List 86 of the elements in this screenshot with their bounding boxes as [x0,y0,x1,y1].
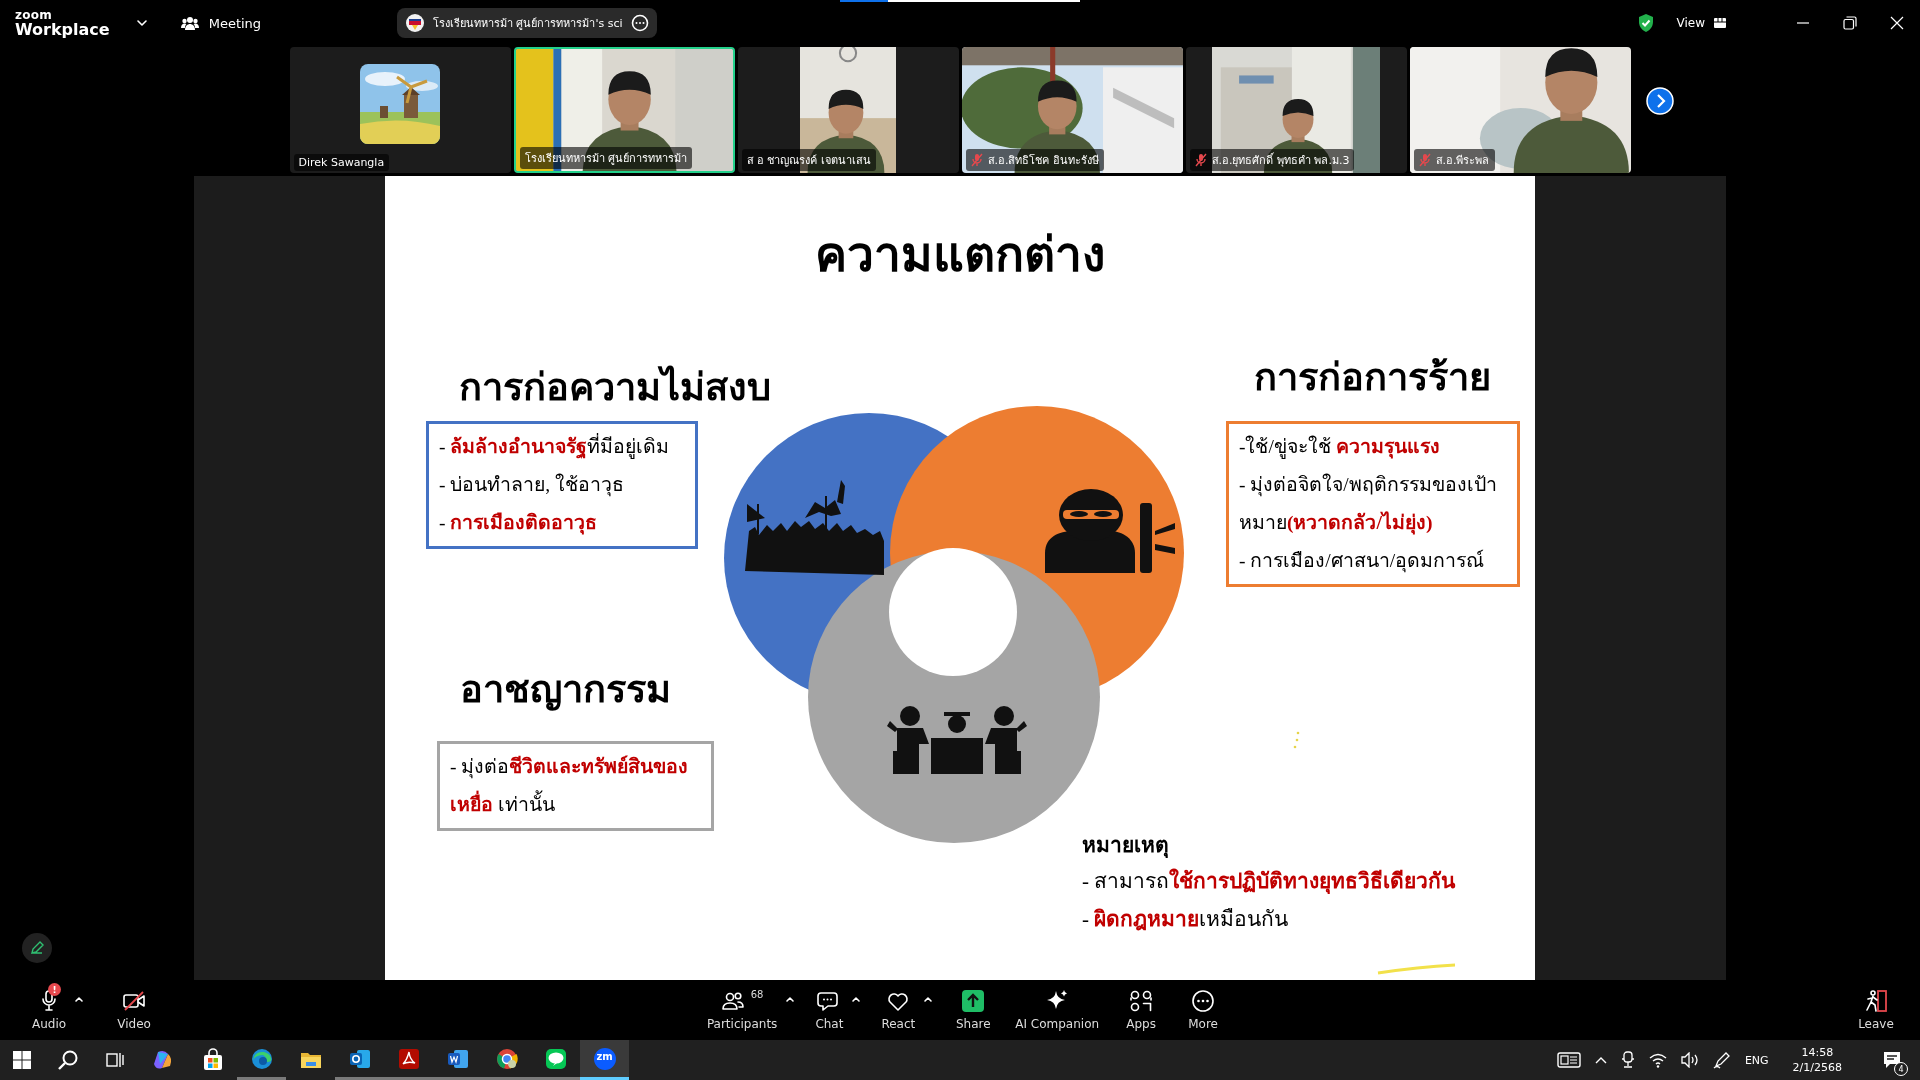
video-tile[interactable]: ส.อ.ยุทธศักดิ์ พุทธคำ พล.ม.3 [1185,47,1407,173]
annotate-button[interactable] [22,933,52,963]
toolbar-button[interactable]: AI Companion [1011,987,1104,1033]
toolbar-button[interactable]: Apps [1117,987,1166,1033]
leave-button[interactable]: Leave [1852,987,1900,1033]
bullet-text: - ล้มล้างอำนาจรัฐที่มีอยู่เดิม [439,428,685,466]
caret-icon[interactable] [923,995,934,1003]
participant-name: Direk Sawangla [298,156,385,169]
section-heading: อาชญากรรม [460,667,671,713]
toolbar-button[interactable]: More [1179,987,1228,1033]
notification-button[interactable]: 4 [1876,1044,1908,1076]
alert-badge: ! [48,983,62,996]
more-icon [1191,989,1216,1013]
annotation-dots [1293,731,1300,749]
people-icon [720,989,745,1013]
toolbar-button[interactable]: Share [949,987,998,1033]
message-icon [1882,1050,1902,1070]
input-language[interactable]: ENG [1744,1053,1769,1067]
participant-name: ส อ ชาญณรงค์ เจตนาเสน [746,153,871,169]
apps-icon [1129,989,1154,1013]
video-tile[interactable]: ส.อ.สิทธิโชค อินทะรังษี [961,47,1183,173]
shield-check-icon [1636,13,1655,33]
chevron-down-icon[interactable] [135,19,148,27]
pencil-icon [29,940,45,956]
people-icon [180,15,199,31]
pen-icon[interactable] [1712,1051,1731,1069]
participant-name: ส.อ.ยุทธศักดิ์ พุทธคำ พล.ม.3 [1211,151,1350,169]
bullet-text: - การเมืองติดอาวุธ [439,511,599,537]
exit-door-icon [1863,989,1889,1013]
bullet-text: - มุ่งต่อชีวิตและทรัพย์สินของเหยื่อ เท่านั้น [450,754,690,817]
browser-swirl-icon [249,1046,274,1071]
note-text: - ผิดกฎหมายเหมือนกัน [1082,906,1290,933]
meeting-title-tab[interactable]: โรงเรียนทหารม้า ศูนย์การทหารม้า's sci [397,8,657,38]
note-heading: หมายเหตุ [1082,832,1170,860]
next-page-icon[interactable] [1645,87,1674,115]
bullet-text: - บ่อนทำลาย, ใช้อาวุธ [439,472,626,499]
video-tile[interactable]: โรงเรียนทหารม้า ศูนย์การทหารม้า [513,47,735,173]
bullet-text: -ใช้/ขู่จะใช้ ความรุนแรง [1239,434,1441,461]
task-view-icon[interactable] [105,1050,125,1070]
wifi-icon[interactable] [1648,1052,1667,1068]
note-text: - สามารถใช้การปฏิบัติทางยุทธวิธีเดียวกัน [1082,867,1456,896]
seated-figures-icon [887,706,1027,774]
video-app-icon [592,1046,617,1071]
toolbar-button[interactable]: Chat [811,987,864,1033]
video-tile[interactable]: ส อ ชาญณรงค์ เจตนาเสน [737,47,959,173]
browser-circle-icon [494,1046,519,1071]
badge-icon [405,13,425,33]
participant-count: 68 [750,989,764,1000]
caret-icon[interactable] [74,995,85,1003]
bullet-text: - การเมือง/ศาสนา/อุดมการณ์ [1239,548,1486,575]
grid-icon [1713,17,1727,29]
speaker-icon[interactable] [1680,1052,1699,1068]
masked-figure-icon [1045,489,1175,573]
video-tile[interactable]: ส.อ.พีระพล [1409,47,1631,173]
chat-app-icon [543,1046,568,1071]
section-heading: การก่อความไม่สงบ [459,364,771,410]
search-icon[interactable] [57,1049,79,1071]
restore-icon[interactable] [1843,16,1857,30]
clock-date: 2/1/2568 [1792,1060,1842,1075]
caret-icon[interactable] [851,995,862,1003]
notification-count: 4 [1894,1062,1908,1076]
toolbar-button[interactable]: 68 Participants [702,987,798,1033]
logo-wordmark: zoom [15,8,54,21]
section-heading: การก่อการร้าย [1254,355,1491,400]
chevron-up-icon[interactable] [1594,1056,1607,1064]
view-button[interactable]: View [1676,16,1727,30]
toolbar-button[interactable]: Video [110,987,159,1033]
windows-start-icon[interactable] [13,1051,31,1069]
pdf-app-icon [396,1046,421,1071]
taskbar-app[interactable]: zm [580,1040,629,1080]
meeting-menu[interactable]: Meeting [176,9,266,37]
product-name: Workplace [15,21,110,38]
more-icon[interactable] [630,14,649,32]
app-logo-text: zm [595,1050,614,1062]
slide-title: ความแตกต่าง [814,227,1106,283]
caret-icon[interactable] [785,995,796,1003]
participant-name: ส.อ.สิทธิโชค อินทะรังษี [987,153,1099,169]
toolbar-button[interactable]: React [877,987,936,1033]
participant-name: ส.อ.พีระพล [1435,153,1490,169]
bullet-text: - มุ่งต่อจิตใจ/พฤติกรรมของเป้าหมาย(หวาดกลัว/ไม่ยุ่ง) [1239,472,1498,537]
participant-name: โรงเรียนทหารม้า ศูนย์การทหารม้า [524,151,687,167]
video-tile[interactable]: Direk Sawangla [289,47,511,173]
crowd-silhouette-icon [745,480,884,575]
clock-time: 14:58 [1801,1045,1834,1060]
close-icon[interactable] [1890,16,1904,30]
widgets-icon[interactable] [1556,1051,1581,1069]
